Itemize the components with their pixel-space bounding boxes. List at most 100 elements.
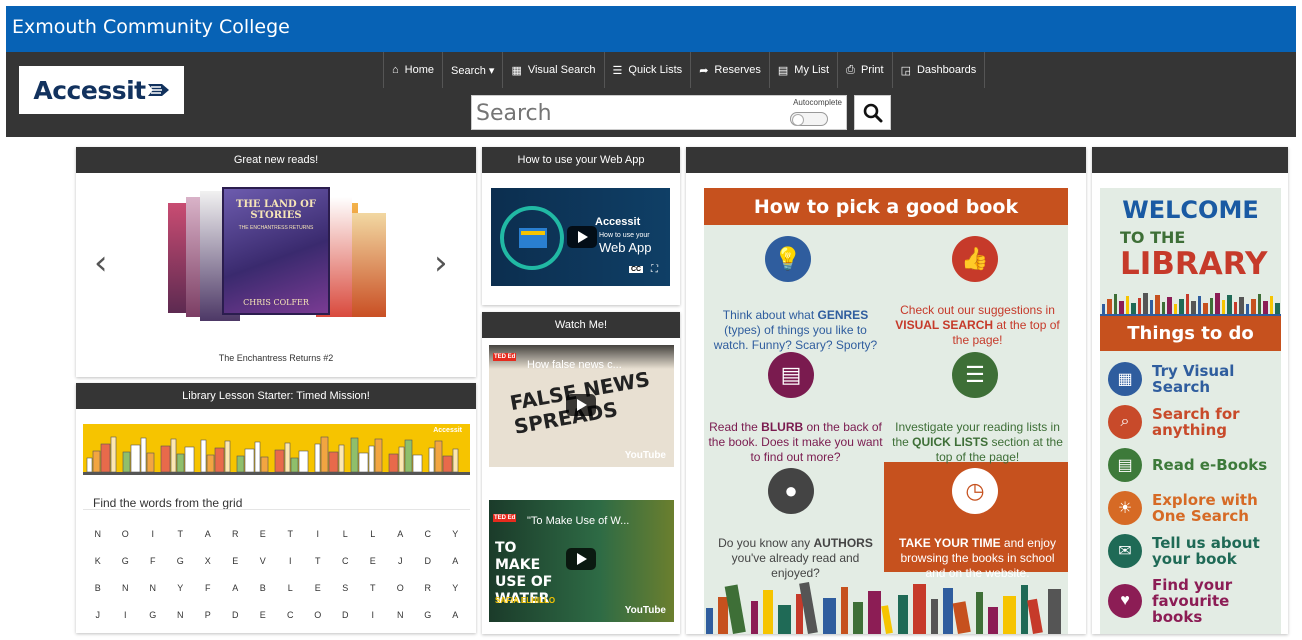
youtube-logo[interactable]: YouTube [625, 605, 666, 616]
shelf-book [320, 436, 329, 473]
video-2-title: "To Make Use of W... [527, 515, 630, 527]
todo-label: Search for anything [1152, 405, 1240, 439]
illustration-book [1155, 295, 1160, 314]
todo-favourites[interactable]: ♥ Find your favourite books [1108, 577, 1277, 625]
nav-visual-search[interactable]: ▦ Visual Search [503, 52, 605, 88]
autocomplete-toggle[interactable] [790, 112, 828, 126]
nav-home[interactable]: ⌂ Home [384, 52, 443, 88]
grid-letter: O [121, 529, 129, 539]
search-input[interactable] [476, 100, 776, 126]
carousel-prev-button[interactable]: ‹ [94, 243, 108, 283]
todo-tell-us[interactable]: ✉ Tell us about your book [1108, 534, 1277, 568]
grid-letter: L [370, 529, 376, 539]
shelf-book [184, 446, 195, 473]
fullscreen-icon[interactable]: ⛶ [651, 264, 658, 275]
welcome-infographic: WELCOME TO THE LIBRARY Things to do ▦ Try… [1100, 188, 1281, 634]
illustration-book [1167, 297, 1172, 314]
featured-book-cover[interactable]: THE LAND OF STORIES THE ENCHANTRESS RETU… [222, 187, 330, 315]
video-2[interactable]: TED Ed "To Make Use of W... TO MAKE USE … [489, 500, 674, 622]
grid-letter: J [95, 610, 101, 620]
nav-search[interactable]: Search ▾ [443, 52, 504, 88]
grid-letter: T [177, 529, 184, 539]
play-button[interactable] [566, 394, 596, 416]
illustration-book [1131, 303, 1136, 314]
grid-letter: C [287, 610, 294, 620]
search-icon [863, 103, 882, 122]
grid-letter: N [149, 583, 157, 593]
video-2-artist: SAFIA ELHILLO [495, 596, 556, 605]
video-line2: Web App [599, 240, 652, 255]
tip-bold: GENRES [817, 308, 869, 322]
shelf-book [358, 452, 369, 473]
grid-letter: T [370, 583, 376, 593]
todo-visual-search[interactable]: ▦ Try Visual Search [1108, 362, 1277, 396]
visual-search-icon: ▦ [511, 64, 522, 77]
todo-ebooks[interactable]: ▤ Read e-Books [1108, 448, 1277, 482]
grid-letter: R [424, 583, 432, 593]
shelf-book [254, 441, 261, 473]
shelf-book [434, 440, 443, 473]
tip-pre: Do you know any [718, 536, 814, 550]
illustration-book [931, 599, 938, 634]
watch-title: Watch Me! [482, 312, 680, 338]
video-1[interactable]: TED Ed How false news c... FALSE NEWS SP… [489, 345, 674, 467]
pick-infographic: How to pick a good book 💡 👍 ▤ ☰ ● ◷ Thin… [704, 188, 1068, 634]
lesson-panel: Library Lesson Starter: Timed Mission! A… [76, 383, 476, 633]
cc-icon[interactable]: CC [629, 266, 644, 273]
welcome-books-illustration [1100, 293, 1281, 316]
nav-my-list[interactable]: ▤ My List [770, 52, 839, 88]
grid-row: KGFGXEVITCEJDA [84, 556, 469, 583]
accessit-logo[interactable]: Accessit [19, 66, 184, 114]
grid-letter: Y [452, 529, 459, 539]
play-button[interactable] [566, 548, 596, 570]
grid-letter: K [94, 556, 101, 566]
nav-dashboards[interactable]: ◲ Dashboards [893, 52, 986, 88]
grid-letter: T [287, 529, 294, 539]
illustration-book [706, 608, 713, 634]
nav-label: Visual Search [527, 64, 596, 76]
nav-print[interactable]: ⎙ Print [838, 52, 893, 88]
shelf-book [314, 443, 321, 473]
illustration-book [1191, 301, 1196, 314]
lesson-instruction: Find the words from the grid [93, 496, 243, 510]
grid-letter: N [397, 610, 404, 620]
person-icon: ● [768, 468, 814, 514]
shelf-book [160, 445, 171, 473]
grid-letter: A [452, 556, 459, 566]
tip-6: TAKE YOUR TIME and enjoy browsing the bo… [890, 536, 1065, 581]
illustration-book [1275, 303, 1280, 314]
carousel-next-button[interactable]: › [434, 243, 448, 283]
grid-letter: I [371, 610, 374, 620]
grid-letter: R [232, 529, 239, 539]
grid-letter: E [259, 610, 266, 620]
shelf-book [170, 438, 177, 473]
chat-icon: ✉ [1108, 534, 1142, 568]
nav-reserves[interactable]: ➦ Reserves [691, 52, 770, 88]
todo-one-search[interactable]: ☀ Explore with One Search [1108, 491, 1277, 525]
illustration-book [1138, 298, 1141, 314]
shelf-book [290, 457, 299, 473]
illustration-book [763, 590, 773, 634]
grid-letter: E [314, 583, 321, 593]
illustration-book [1198, 296, 1201, 314]
youtube-logo[interactable]: YouTube [625, 450, 666, 461]
search-box: Autocomplete [471, 95, 847, 130]
shelf-book [328, 451, 339, 473]
college-name[interactable]: Exmouth Community College [12, 16, 290, 38]
grid-letter: I [316, 529, 319, 539]
grid-letter: E [232, 556, 239, 566]
illustration-book [952, 601, 971, 634]
grid-letter: A [452, 610, 459, 620]
illustration-book [823, 598, 836, 634]
nav-quick-lists[interactable]: ☰ Quick Lists [605, 52, 692, 88]
welcome-panel: WELCOME TO THE LIBRARY Things to do ▦ Try… [1092, 147, 1288, 634]
play-button[interactable] [567, 226, 597, 248]
illustration-book [1234, 302, 1237, 314]
search-button[interactable] [854, 95, 891, 130]
tip-bold: TAKE YOUR TIME [899, 536, 1001, 550]
illustration-book [718, 597, 728, 634]
nav-label: My List [794, 64, 830, 76]
webapp-video[interactable]: Accessit How to use your Web App CC ⛶ [491, 188, 670, 286]
todo-search[interactable]: ⌕ Search for anything [1108, 405, 1277, 439]
book-cover[interactable] [346, 213, 386, 317]
